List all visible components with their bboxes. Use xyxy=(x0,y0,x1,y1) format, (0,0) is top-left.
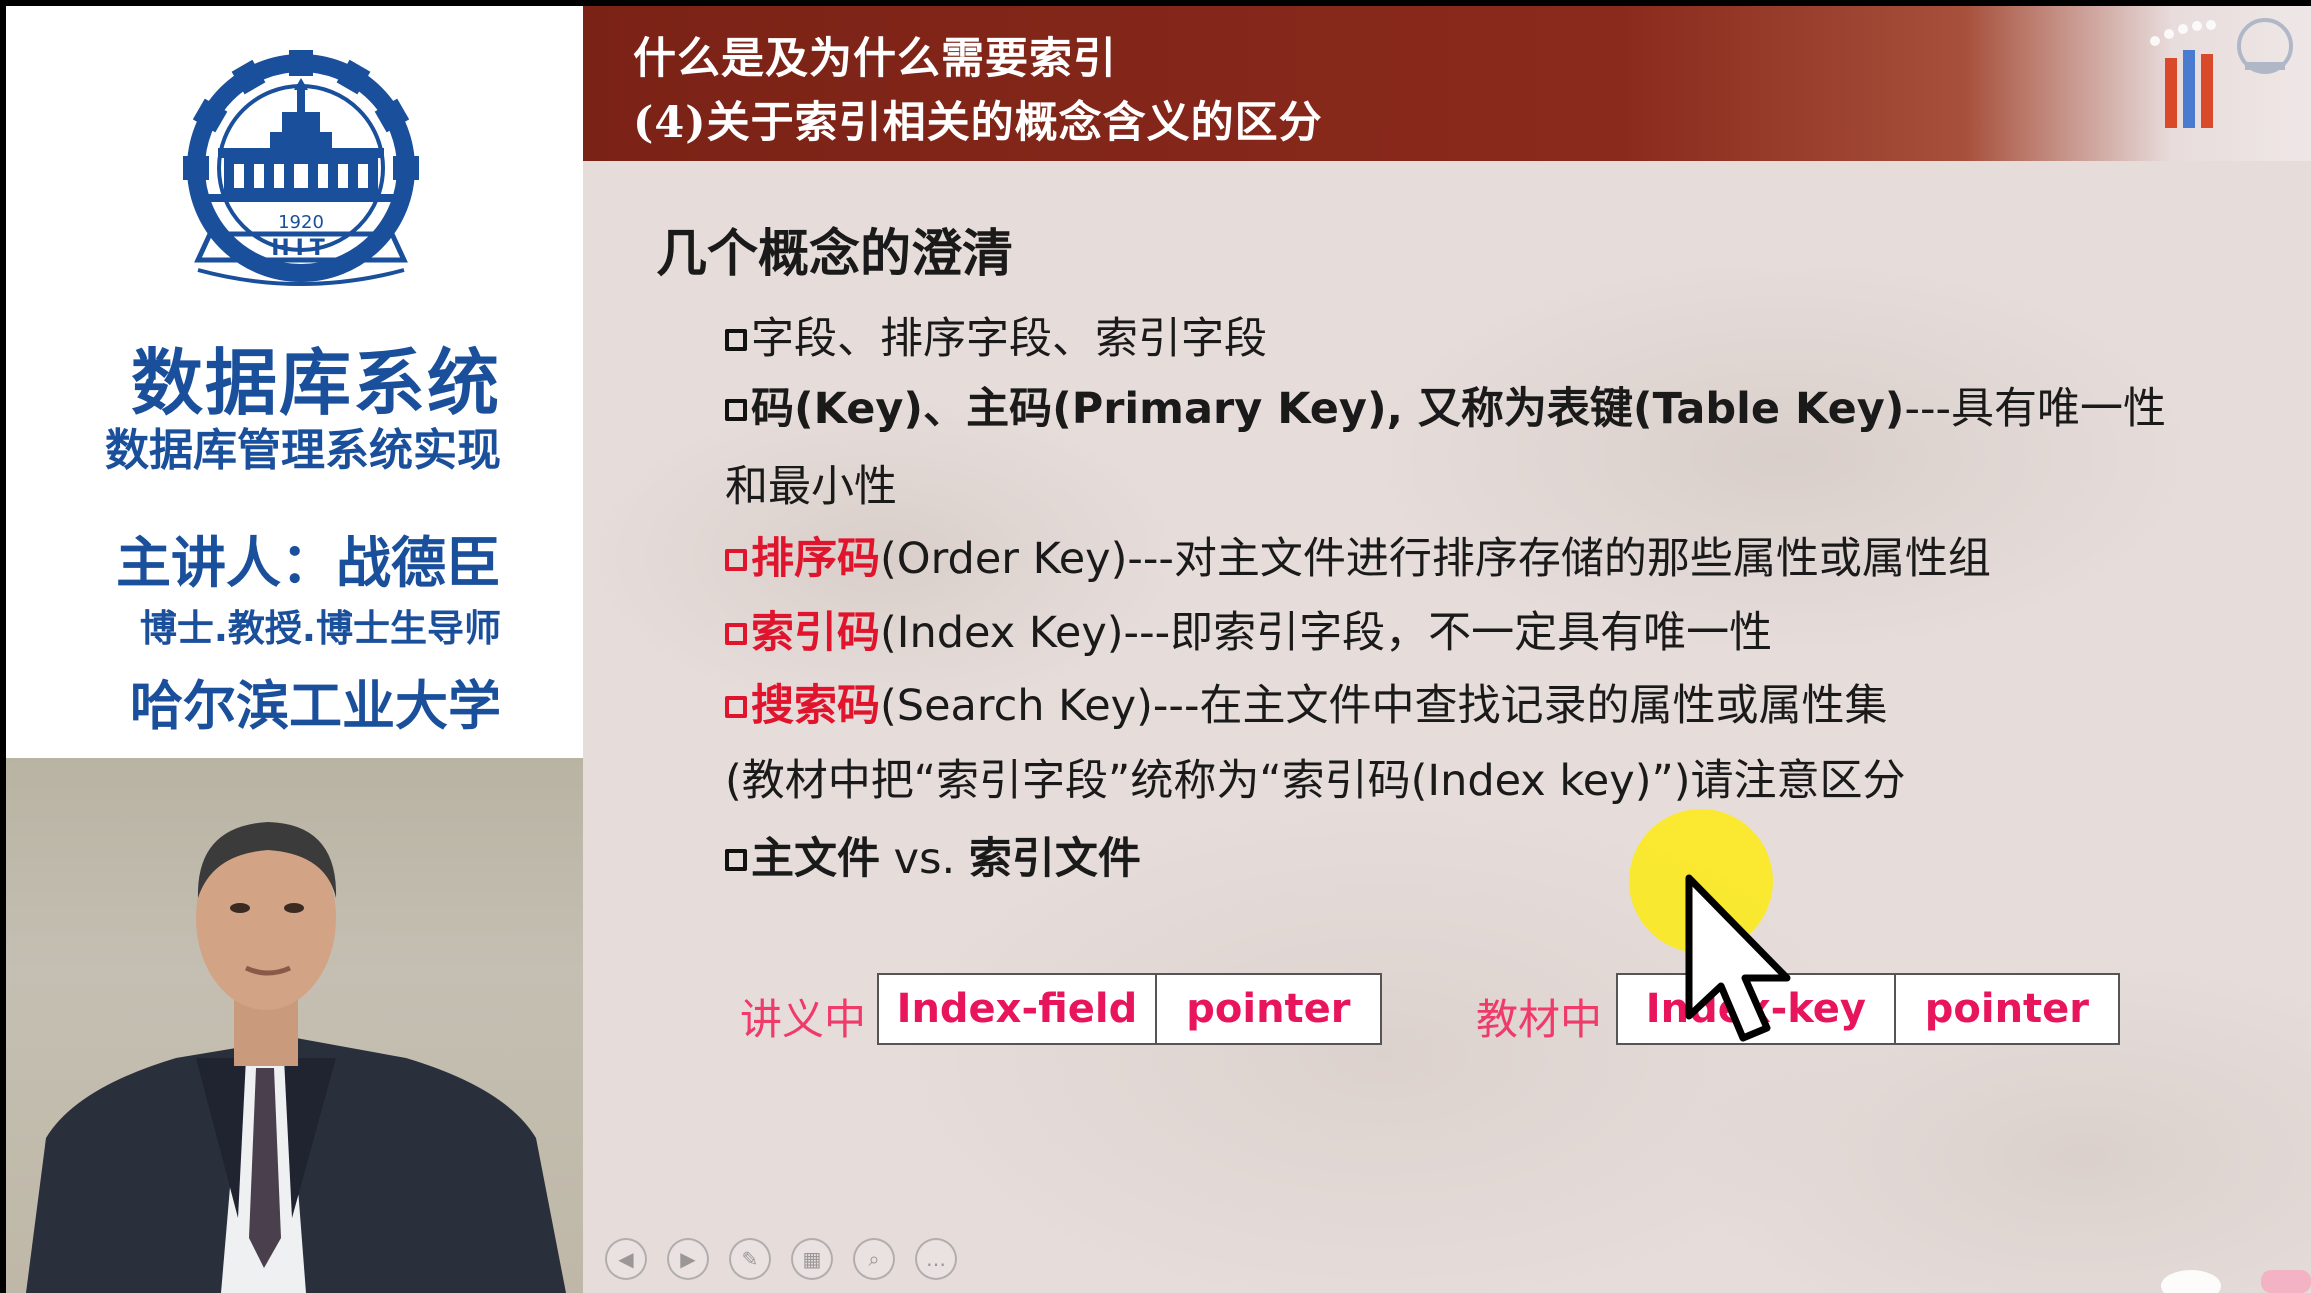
slideshow-toolbar: ◀ ▶ ✎ ▦ ⌕ … xyxy=(605,1238,957,1280)
bullet-keys-continuation: 和最小性 xyxy=(725,462,897,512)
slide-title: 什么是及为什么需要索引 xyxy=(633,34,1117,84)
bullet-search-key: 搜索码(Search Key)---在主文件中查找记录的属性或属性集 xyxy=(725,671,1887,733)
lecturer-video xyxy=(6,758,583,1293)
slide-grid-button[interactable]: ▦ xyxy=(791,1238,833,1280)
pointer-cell: pointer xyxy=(1154,975,1380,1043)
lecturer-figure xyxy=(26,822,566,1293)
bullet-fields: 字段、排序字段、索引字段 xyxy=(725,304,1267,366)
grid-icon: ▦ xyxy=(802,1247,822,1271)
section-heading: 几个概念的澄清 xyxy=(656,225,1014,284)
more-options-button[interactable]: … xyxy=(915,1238,957,1280)
checkbox-square-icon xyxy=(725,329,747,351)
course-info-panel: 1920 HIT 数据库系统 数据库管理系统实现 主讲人：战德臣 博士.教授.博… xyxy=(6,6,583,758)
prev-slide-button[interactable]: ◀ xyxy=(605,1238,647,1280)
bullet-index-key: 索引码(Index Key)---即索引字段，不一定具有唯一性 xyxy=(725,598,1772,660)
university-logo: 1920 HIT xyxy=(183,50,419,286)
pointer-cell: pointer xyxy=(1893,975,2118,1043)
pen-icon: ✎ xyxy=(741,1247,759,1271)
zoom-button[interactable]: ⌕ xyxy=(853,1238,895,1280)
left-panel: 1920 HIT 数据库系统 数据库管理系统实现 主讲人：战德臣 博士.教授.博… xyxy=(6,6,583,1293)
slide-subtitle: (4)关于索引相关的概念含义的区分 xyxy=(633,98,1323,148)
slide-header: 什么是及为什么需要索引 (4)关于索引相关的概念含义的区分 xyxy=(583,6,2311,161)
checkbox-square-icon xyxy=(725,399,747,421)
course-subtitle: 数据库管理系统实现 xyxy=(105,425,501,476)
prev-icon: ◀ xyxy=(618,1247,634,1271)
lecture-index-entry-table: Index-field pointer xyxy=(877,973,1382,1045)
textbook-label: 教材中 xyxy=(1476,995,1603,1044)
mouse-cursor-icon xyxy=(1685,874,1791,1042)
lecturer-title: 博士.教授.博士生导师 xyxy=(139,607,501,650)
bullet-keys: 码(Key)、主码(Primary Key), 又称为表键(Table Key)… xyxy=(725,374,2166,436)
bullet-main-vs-index-file: 主文件 vs. 索引文件 xyxy=(725,824,1141,886)
next-slide-button[interactable]: ▶ xyxy=(667,1238,709,1280)
corner-decoration-icon xyxy=(2161,1270,2311,1293)
lecture-notes-label: 讲义中 xyxy=(740,995,867,1044)
university-name: 哈尔滨工业大学 xyxy=(130,676,501,737)
checkbox-square-icon xyxy=(725,623,747,645)
logo-year: 1920 xyxy=(278,212,324,233)
slide: 什么是及为什么需要索引 (4)关于索引相关的概念含义的区分 几个概念的澄清 字段… xyxy=(583,6,2311,1293)
checkbox-square-icon xyxy=(725,549,747,571)
checkbox-square-icon xyxy=(725,849,747,871)
pen-tool-button[interactable]: ✎ xyxy=(729,1238,771,1280)
index-field-cell: Index-field xyxy=(896,986,1138,1032)
checkbox-square-icon xyxy=(725,696,747,718)
textbook-note: (教材中把“索引字段”统称为“索引码(Index key)”)请注意区分 xyxy=(725,756,1906,806)
header-decoration-icon xyxy=(2150,18,2293,128)
bullet-order-key: 排序码(Order Key)---对主文件进行排序存储的那些属性或属性组 xyxy=(725,524,1991,586)
more-icon: … xyxy=(926,1247,946,1271)
lecturer-name: 主讲人：战德臣 xyxy=(115,531,501,595)
logo-initials: HIT xyxy=(271,236,331,261)
next-icon: ▶ xyxy=(680,1247,696,1271)
video-frame: 1920 HIT 数据库系统 数据库管理系统实现 主讲人：战德臣 博士.教授.博… xyxy=(0,0,2311,1293)
zoom-icon: ⌕ xyxy=(868,1247,880,1271)
